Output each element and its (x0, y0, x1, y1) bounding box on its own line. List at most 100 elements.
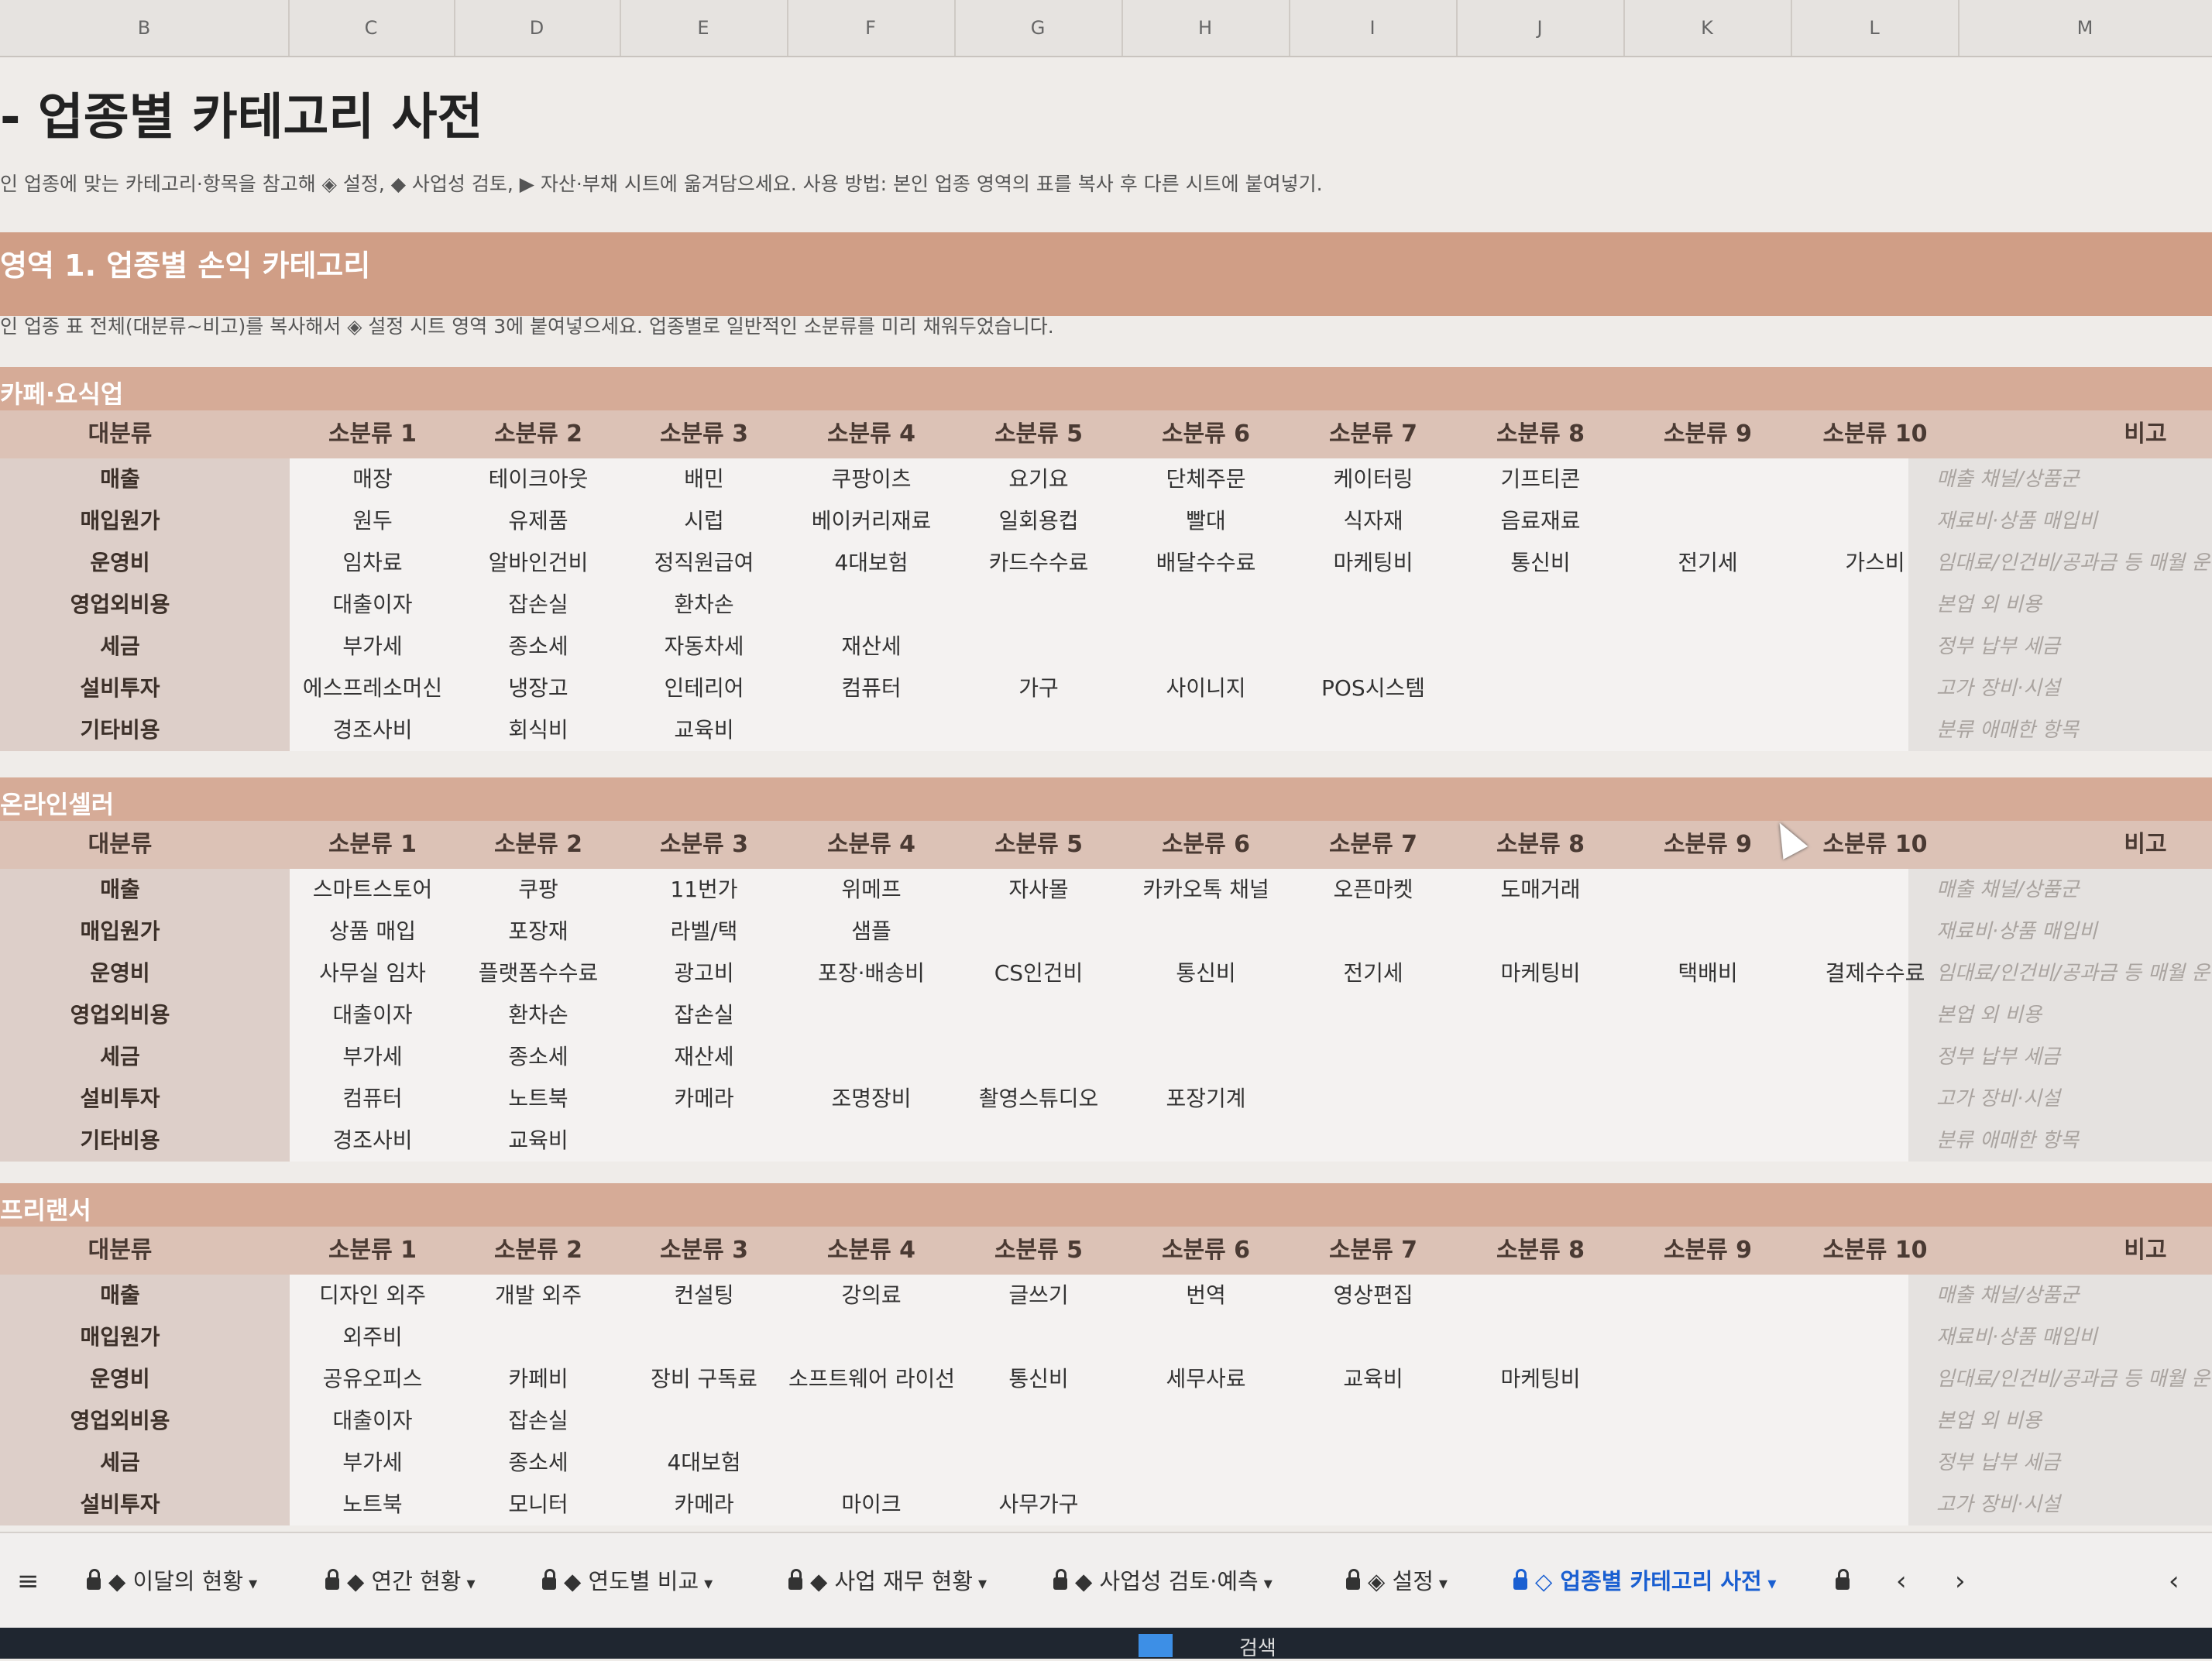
subcategory-cell[interactable]: 소프트웨어 라이선스 (788, 1358, 954, 1400)
main-category-cell[interactable]: 매출 (0, 869, 240, 911)
note-cell[interactable]: 고가 장비·시설 (1936, 667, 2060, 709)
subcategory-cell[interactable] (788, 1036, 954, 1078)
subcategory-cell[interactable] (956, 1442, 1121, 1484)
subcategory-cell[interactable]: 빨대 (1123, 500, 1289, 542)
note-cell[interactable]: 매출 채널/상품군 (1936, 458, 2079, 500)
subcategory-cell[interactable]: 잡손실 (621, 994, 787, 1036)
subcategory-cell[interactable]: 카메라 (621, 1078, 787, 1120)
subcategory-cell[interactable]: 기프티콘 (1458, 458, 1623, 500)
tab-dropdown-icon[interactable]: ▾ (1259, 1574, 1273, 1594)
note-cell[interactable]: 임대료/인건비/공과금 등 매월 운영 (1936, 952, 2212, 994)
subcategory-cell[interactable] (1625, 1120, 1791, 1162)
subcategory-cell[interactable]: 종소세 (455, 1442, 621, 1484)
subcategory-cell[interactable]: 공유오피스 (290, 1358, 455, 1400)
subcategory-cell[interactable]: 디자인 외주 (290, 1275, 455, 1316)
subcategory-cell[interactable] (1792, 1036, 1958, 1078)
subcategory-cell[interactable] (1792, 1400, 1958, 1442)
subcategory-cell[interactable]: 광고비 (621, 952, 787, 994)
main-category-cell[interactable]: 기타비용 (0, 1120, 240, 1162)
subcategory-cell[interactable] (1458, 709, 1623, 751)
subcategory-cell[interactable]: 종소세 (455, 626, 621, 667)
subcategory-cell[interactable]: 11번가 (621, 869, 787, 911)
note-cell[interactable]: 분류 애매한 항목 (1936, 1120, 2079, 1162)
subcategory-cell[interactable] (1123, 1484, 1289, 1525)
subcategory-cell[interactable]: 부가세 (290, 1036, 455, 1078)
subcategory-cell[interactable] (1792, 584, 1958, 626)
subcategory-cell[interactable]: 위메프 (788, 869, 954, 911)
tab-dropdown-icon[interactable]: ▾ (461, 1574, 475, 1594)
note-cell[interactable]: 매출 채널/상품군 (1936, 869, 2079, 911)
column-header-j[interactable]: J (1456, 0, 1625, 56)
subcategory-cell[interactable] (1123, 1316, 1289, 1358)
column-header-i[interactable]: I (1289, 0, 1458, 56)
subcategory-cell[interactable]: 자사몰 (956, 869, 1121, 911)
subcategory-cell[interactable]: 개발 외주 (455, 1275, 621, 1316)
subcategory-cell[interactable] (1792, 994, 1958, 1036)
column-header-m[interactable]: M (1958, 0, 2212, 56)
subcategory-cell[interactable]: 잡손실 (455, 1400, 621, 1442)
subcategory-cell[interactable] (1458, 667, 1623, 709)
subcategory-cell[interactable]: 대출이자 (290, 584, 455, 626)
subcategory-cell[interactable] (1458, 626, 1623, 667)
tab-dropdown-icon[interactable]: ▾ (973, 1574, 987, 1594)
subcategory-cell[interactable] (788, 709, 954, 751)
subcategory-cell[interactable]: 플랫폼수수료 (455, 952, 621, 994)
sheet-tab[interactable]: ◆ 사업 재무 현황 ▾ (788, 1560, 987, 1603)
note-cell[interactable]: 정부 납부 세금 (1936, 1442, 2060, 1484)
subcategory-cell[interactable]: 컨설팅 (621, 1275, 787, 1316)
subcategory-cell[interactable] (1625, 1442, 1791, 1484)
column-header-d[interactable]: D (454, 0, 621, 56)
subcategory-cell[interactable] (956, 911, 1121, 952)
subcategory-cell[interactable] (1290, 1120, 1456, 1162)
subcategory-cell[interactable] (788, 994, 954, 1036)
subcategory-cell[interactable]: 4대보험 (621, 1442, 787, 1484)
subcategory-cell[interactable]: 카드수수료 (956, 542, 1121, 584)
subcategory-cell[interactable]: 4대보험 (788, 542, 954, 584)
subcategory-cell[interactable]: 경조사비 (290, 709, 455, 751)
subcategory-cell[interactable]: 요기요 (956, 458, 1121, 500)
subcategory-cell[interactable] (1290, 584, 1456, 626)
subcategory-cell[interactable] (956, 994, 1121, 1036)
subcategory-cell[interactable]: 매장 (290, 458, 455, 500)
subcategory-cell[interactable]: 식자재 (1290, 500, 1456, 542)
subcategory-cell[interactable] (956, 584, 1121, 626)
subcategory-cell[interactable]: 샘플 (788, 911, 954, 952)
subcategory-cell[interactable] (1792, 1358, 1958, 1400)
subcategory-cell[interactable] (1123, 1400, 1289, 1442)
main-category-cell[interactable]: 매입원가 (0, 911, 240, 952)
subcategory-cell[interactable]: 환차손 (455, 994, 621, 1036)
subcategory-cell[interactable] (1625, 1275, 1791, 1316)
subcategory-cell[interactable] (1625, 709, 1791, 751)
subcategory-cell[interactable]: 마케팅비 (1458, 1358, 1623, 1400)
main-category-cell[interactable]: 매출 (0, 1275, 240, 1316)
note-cell[interactable]: 임대료/인건비/공과금 등 매월 운영 (1936, 1358, 2212, 1400)
sheet-tab[interactable]: ◇ 업종별 카테고리 사전 ▾ (1513, 1560, 1776, 1603)
subcategory-cell[interactable] (1792, 869, 1958, 911)
subcategory-cell[interactable] (956, 1120, 1121, 1162)
collapse-panel-icon[interactable]: ‹ (2169, 1560, 2179, 1603)
note-cell[interactable]: 정부 납부 세금 (1936, 626, 2060, 667)
subcategory-cell[interactable]: 장비 구독료 (621, 1358, 787, 1400)
column-header-b[interactable]: B (0, 0, 290, 56)
note-cell[interactable]: 재료비·상품 매입비 (1936, 911, 2097, 952)
note-cell[interactable]: 본업 외 비용 (1936, 994, 2042, 1036)
subcategory-cell[interactable]: CS인건비 (956, 952, 1121, 994)
subcategory-cell[interactable] (1123, 1036, 1289, 1078)
subcategory-cell[interactable] (956, 626, 1121, 667)
subcategory-cell[interactable]: 통신비 (956, 1358, 1121, 1400)
subcategory-cell[interactable] (1792, 458, 1958, 500)
sheet-tab[interactable]: ◈ 설정 ▾ (1346, 1560, 1448, 1603)
subcategory-cell[interactable] (1290, 1078, 1456, 1120)
tab-dropdown-icon[interactable]: ▾ (1762, 1574, 1776, 1594)
sheet-tab[interactable]: ◆ 연간 현황 ▾ (325, 1560, 476, 1603)
subcategory-cell[interactable]: 강의료 (788, 1275, 954, 1316)
subcategory-cell[interactable] (1290, 1442, 1456, 1484)
subcategory-cell[interactable]: 통신비 (1458, 542, 1623, 584)
subcategory-cell[interactable]: 대출이자 (290, 1400, 455, 1442)
subcategory-cell[interactable]: 시럽 (621, 500, 787, 542)
subcategory-cell[interactable]: 스마트스토어 (290, 869, 455, 911)
subcategory-cell[interactable] (1290, 994, 1456, 1036)
subcategory-cell[interactable]: 종소세 (455, 1036, 621, 1078)
subcategory-cell[interactable]: 임차료 (290, 542, 455, 584)
note-cell[interactable]: 재료비·상품 매입비 (1936, 1316, 2097, 1358)
